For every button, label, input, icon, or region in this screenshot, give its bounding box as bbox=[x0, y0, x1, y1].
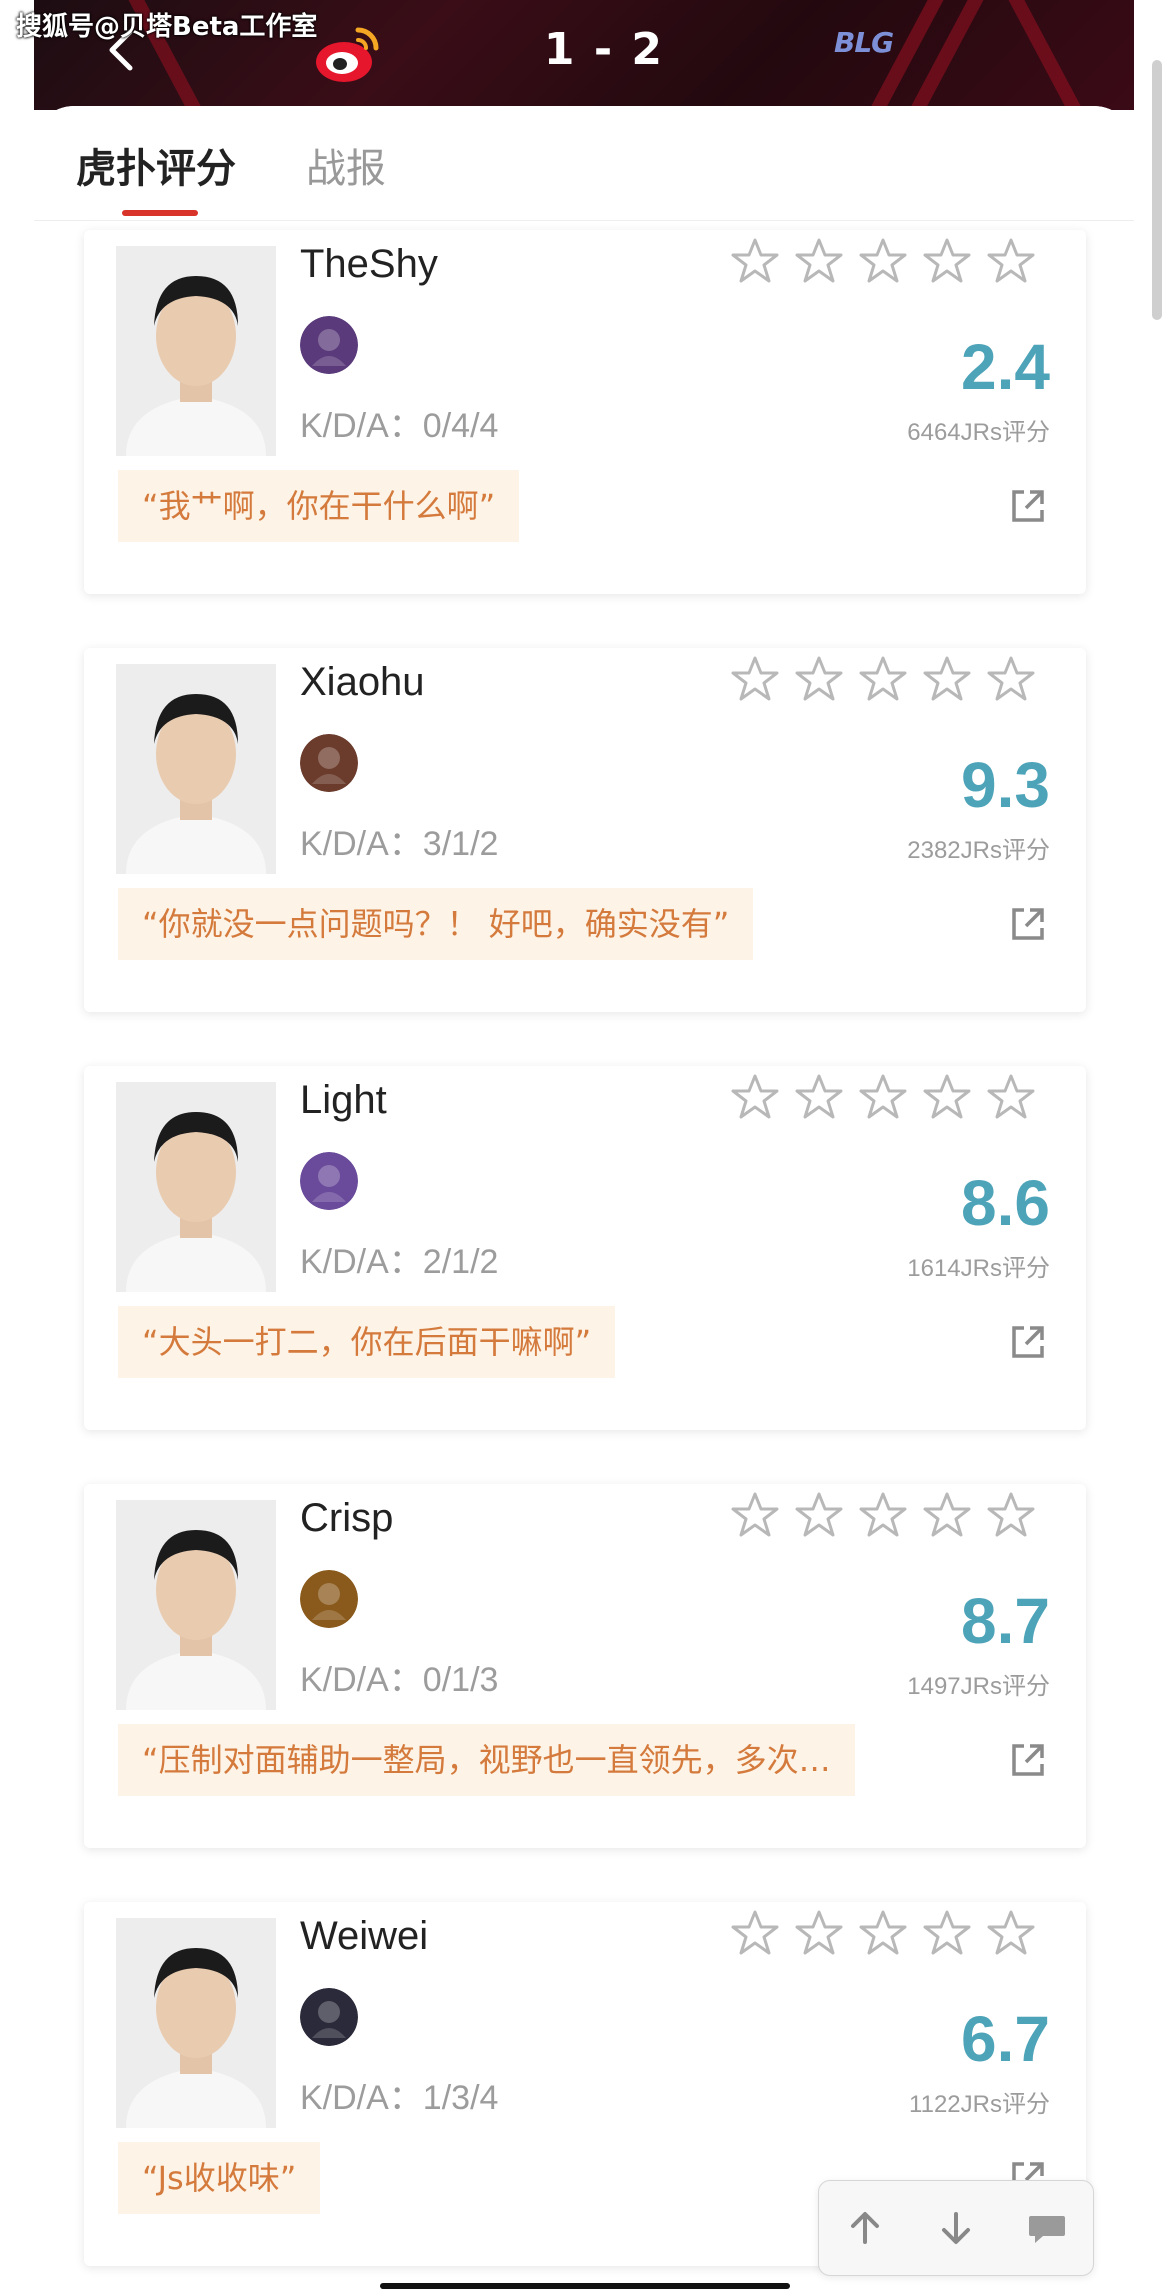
rating-vote-count: 2382JRs评分 bbox=[907, 837, 1050, 864]
star-icon[interactable] bbox=[794, 654, 844, 704]
comment-icon bbox=[1029, 2216, 1066, 2243]
star-icon[interactable] bbox=[858, 1490, 908, 1540]
star-icon[interactable] bbox=[730, 654, 780, 704]
star-rating[interactable] bbox=[730, 1490, 1036, 1540]
player-name: Light bbox=[300, 1078, 387, 1122]
star-icon[interactable] bbox=[922, 236, 972, 286]
star-icon[interactable] bbox=[986, 1490, 1036, 1540]
player-rating-score: 9.3 bbox=[961, 749, 1050, 821]
home-indicator bbox=[380, 2283, 790, 2289]
player-comment-quote[interactable]: “我艹啊，你在干什么啊” bbox=[118, 470, 520, 542]
player-name: Weiwei bbox=[300, 1914, 429, 1958]
tab-hupu-rating[interactable]: 虎扑评分 bbox=[76, 136, 236, 194]
player-avatar bbox=[116, 1082, 276, 1292]
star-icon[interactable] bbox=[858, 654, 908, 704]
weibo-gaming-logo bbox=[306, 18, 392, 88]
star-icon[interactable] bbox=[986, 654, 1036, 704]
player-kda: K/D/A：0/4/4 bbox=[300, 407, 499, 445]
player-avatar bbox=[116, 664, 276, 874]
champion-avatar-icon bbox=[300, 316, 358, 374]
star-icon[interactable] bbox=[986, 236, 1036, 286]
share-icon bbox=[1012, 490, 1044, 522]
champion-avatar-icon bbox=[300, 1152, 358, 1210]
share-button[interactable] bbox=[1008, 1322, 1048, 1362]
star-rating[interactable] bbox=[730, 1072, 1036, 1122]
scroll-up-button[interactable] bbox=[843, 2206, 887, 2250]
rating-vote-count: 1614JRs评分 bbox=[907, 1255, 1050, 1282]
active-tab-indicator bbox=[122, 210, 198, 216]
floating-action-bar bbox=[818, 2180, 1094, 2276]
share-icon bbox=[1012, 1744, 1044, 1776]
star-icon[interactable] bbox=[922, 1908, 972, 1958]
star-rating[interactable] bbox=[730, 654, 1036, 704]
star-icon[interactable] bbox=[794, 236, 844, 286]
arrow-up-icon bbox=[850, 2212, 879, 2244]
player-name: Xiaohu bbox=[300, 660, 425, 704]
player-comment-quote[interactable]: “Js收收味” bbox=[118, 2142, 321, 2214]
tab-bar: 虎扑评分 战报 bbox=[34, 106, 1134, 221]
player-kda: K/D/A：1/3/4 bbox=[300, 2079, 499, 2117]
player-card: Crisp K/D/A：0/1/3 8.7 1497JRs评分 “压制对面辅助一… bbox=[84, 1484, 1086, 1848]
player-comment-quote[interactable]: “大头一打二，你在后面干嘛啊” bbox=[118, 1306, 616, 1378]
player-name: TheShy bbox=[300, 242, 438, 286]
content-sheet: 虎扑评分 战报 TheShy K/D/A：0/4/4 2.4 6464JRs评分 bbox=[34, 106, 1134, 2289]
player-card: TheShy K/D/A：0/4/4 2.4 6464JRs评分 “我艹啊，你在… bbox=[84, 230, 1086, 594]
match-score: 1 - 2 bbox=[543, 24, 665, 75]
star-icon[interactable] bbox=[794, 1072, 844, 1122]
player-rating-score: 6.7 bbox=[961, 2003, 1050, 2075]
player-avatar bbox=[116, 246, 276, 456]
star-icon[interactable] bbox=[858, 236, 908, 286]
blg-logo: BLG bbox=[834, 26, 914, 72]
player-avatar bbox=[116, 1918, 276, 2128]
arrow-down-icon bbox=[941, 2212, 970, 2244]
star-icon[interactable] bbox=[730, 236, 780, 286]
player-card: Light K/D/A：2/1/2 8.6 1614JRs评分 “大头一打二，你… bbox=[84, 1066, 1086, 1430]
star-icon[interactable] bbox=[986, 1072, 1036, 1122]
player-rating-score: 2.4 bbox=[961, 331, 1050, 403]
player-card: Xiaohu K/D/A：3/1/2 9.3 2382JRs评分 “你就没一点问… bbox=[84, 648, 1086, 1012]
champion-avatar-icon bbox=[300, 1988, 358, 2046]
share-icon bbox=[1012, 1326, 1044, 1358]
player-kda: K/D/A：2/1/2 bbox=[300, 1243, 499, 1281]
share-button[interactable] bbox=[1008, 1740, 1048, 1780]
player-rating-score: 8.7 bbox=[961, 1585, 1050, 1657]
star-icon[interactable] bbox=[986, 1908, 1036, 1958]
blg-logo-text: BLG bbox=[834, 26, 894, 59]
star-icon[interactable] bbox=[730, 1490, 780, 1540]
player-kda: K/D/A：0/1/3 bbox=[300, 1661, 499, 1699]
star-icon[interactable] bbox=[922, 654, 972, 704]
star-icon[interactable] bbox=[858, 1908, 908, 1958]
player-avatar bbox=[116, 1500, 276, 1710]
player-comment-quote[interactable]: “压制对面辅助一整局，视野也一直领先，多次… bbox=[118, 1724, 855, 1796]
rating-vote-count: 1497JRs评分 bbox=[907, 1673, 1050, 1700]
star-icon[interactable] bbox=[922, 1490, 972, 1540]
star-icon[interactable] bbox=[794, 1490, 844, 1540]
star-icon[interactable] bbox=[730, 1072, 780, 1122]
star-icon[interactable] bbox=[922, 1072, 972, 1122]
share-button[interactable] bbox=[1008, 904, 1048, 944]
comment-button[interactable] bbox=[1025, 2206, 1069, 2250]
scrollbar[interactable] bbox=[1152, 60, 1162, 320]
rating-vote-count: 6464JRs评分 bbox=[907, 419, 1050, 446]
share-button[interactable] bbox=[1008, 486, 1048, 526]
star-rating[interactable] bbox=[730, 1908, 1036, 1958]
tab-battle-report[interactable]: 战报 bbox=[306, 136, 386, 194]
watermark: 搜狐号@贝塔Beta工作室 bbox=[16, 12, 318, 42]
player-name: Crisp bbox=[300, 1496, 394, 1540]
star-rating[interactable] bbox=[730, 236, 1036, 286]
player-comment-quote[interactable]: “你就没一点问题吗？！ 好吧，确实没有” bbox=[118, 888, 754, 960]
star-icon[interactable] bbox=[794, 1908, 844, 1958]
champion-avatar-icon bbox=[300, 734, 358, 792]
share-icon bbox=[1012, 908, 1044, 940]
star-icon[interactable] bbox=[858, 1072, 908, 1122]
champion-avatar-icon bbox=[300, 1570, 358, 1628]
player-kda: K/D/A：3/1/2 bbox=[300, 825, 499, 863]
scroll-down-button[interactable] bbox=[934, 2206, 978, 2250]
player-rating-score: 8.6 bbox=[961, 1167, 1050, 1239]
star-icon[interactable] bbox=[730, 1908, 780, 1958]
rating-vote-count: 1122JRs评分 bbox=[909, 2091, 1050, 2118]
